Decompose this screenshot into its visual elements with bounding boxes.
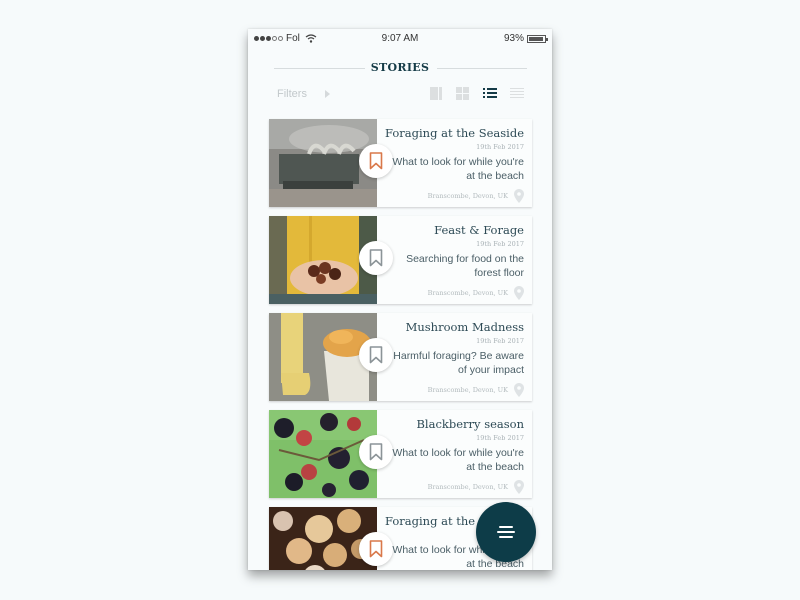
phone-screen: Fol 9:07 AM 93% STORIES Filters Foraging… [248,29,552,570]
bookmark-icon [369,249,383,267]
view-single-button[interactable] [429,87,443,100]
story-description: Harmful foraging? Be aware of your impac… [393,350,524,376]
status-bar: Fol 9:07 AM 93% [248,29,552,49]
story-location: Branscombe, Devon, UK [427,192,508,200]
view-compact-button[interactable] [510,87,524,100]
story-date: 19th Feb 2017 [476,434,524,442]
story-title: Mushroom Madness [405,320,524,334]
bookmark-icon [369,152,383,170]
bookmark-icon [369,443,383,461]
bookmark-icon [369,346,383,364]
story-card[interactable]: Foraging at the Seaside 19th Feb 2017 Wh… [269,119,532,207]
story-description: Searching for food on the forest floor [406,253,524,279]
story-date: 19th Feb 2017 [476,143,524,151]
location-pin-icon [514,480,524,499]
view-grid-button[interactable] [456,87,470,100]
page-header: STORIES [248,59,552,79]
filters-button[interactable]: Filters [277,88,330,100]
location-pin-icon [514,286,524,305]
battery-icon [527,34,548,43]
story-title: Blackberry season [416,417,524,431]
battery-percent: 93% [503,33,524,44]
view-list-button[interactable] [483,87,497,100]
chevron-right-icon [324,90,330,98]
bookmark-icon [369,540,383,558]
filters-label: Filters [277,88,307,100]
story-description: What to look for while you're at the bea… [392,156,524,182]
story-description: What to look for while you're at the bea… [392,447,524,473]
story-date: 19th Feb 2017 [476,240,524,248]
story-title: Feast & Forage [434,223,524,237]
menu-icon [497,523,515,541]
menu-fab-button[interactable] [476,502,536,562]
header-divider-right [437,68,527,69]
location-pin-icon [514,189,524,208]
story-card[interactable]: Feast & Forage 19th Feb 2017 Searching f… [269,216,532,304]
story-date: 19th Feb 2017 [476,337,524,345]
story-card[interactable]: Mushroom Madness 19th Feb 2017 Harmful f… [269,313,532,401]
view-mode-switcher [429,87,524,100]
story-image [269,507,377,570]
story-title: Foraging at the Seaside [385,126,524,140]
story-location: Branscombe, Devon, UK [427,483,508,491]
story-card[interactable]: Blackberry season 19th Feb 2017 What to … [269,410,532,498]
story-location: Branscombe, Devon, UK [427,289,508,297]
location-pin-icon [514,383,524,402]
story-location: Branscombe, Devon, UK [427,386,508,394]
stories-list: Foraging at the Seaside 19th Feb 2017 Wh… [269,119,532,570]
status-right: 93% [503,33,548,44]
